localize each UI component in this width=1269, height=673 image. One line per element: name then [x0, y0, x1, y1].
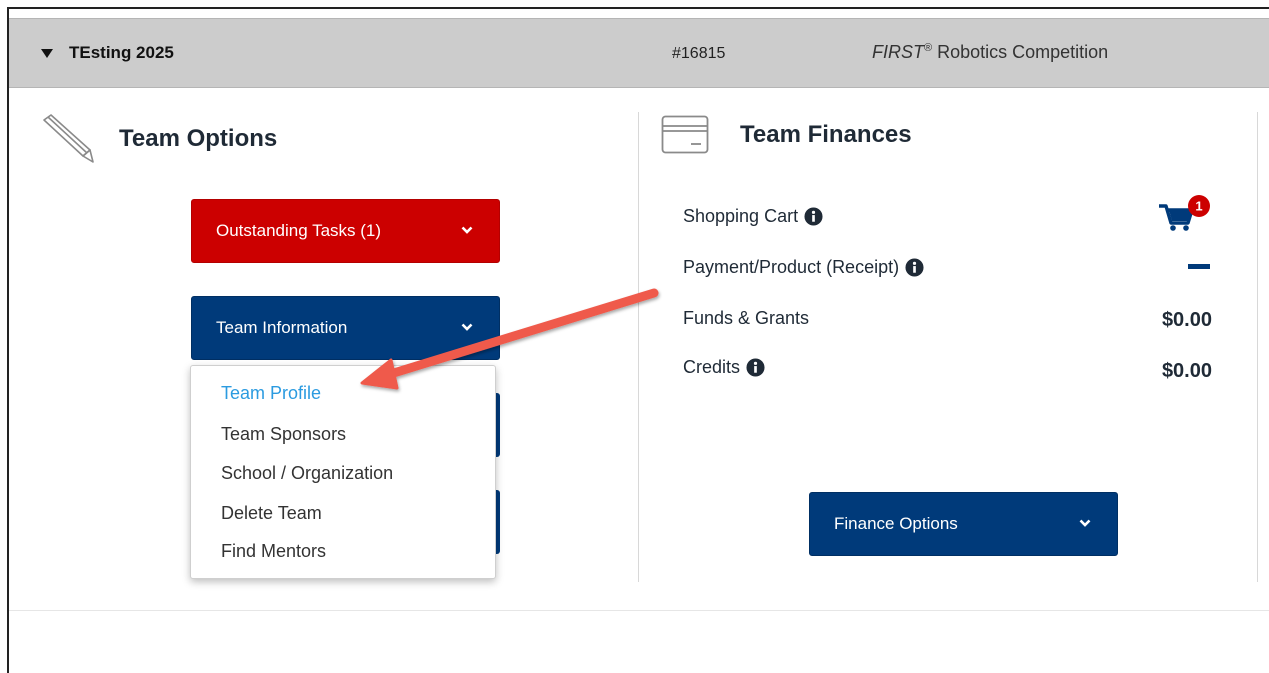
menu-item-team-sponsors[interactable]: Team Sponsors	[221, 424, 346, 445]
menu-item-school-organization[interactable]: School / Organization	[221, 463, 393, 484]
chevron-down-icon	[461, 226, 473, 234]
program-name: FIRST® Robotics Competition	[872, 42, 1108, 63]
outstanding-tasks-label: Outstanding Tasks (1)	[216, 221, 382, 240]
panel-divider-right	[1257, 112, 1258, 582]
program-rest: Robotics Competition	[932, 42, 1109, 62]
menu-item-team-profile[interactable]: Team Profile	[221, 383, 321, 404]
info-icon[interactable]	[905, 258, 924, 277]
finance-label-funds-grants: Funds & Grants	[683, 308, 810, 328]
pen-icon	[43, 114, 94, 163]
team-information-menu: Team Profile Team Sponsors School / Orga…	[190, 365, 496, 579]
info-icon[interactable]	[746, 358, 765, 377]
team-options-title: Team Options	[119, 125, 278, 152]
cart-badge-count: 1	[1195, 199, 1202, 214]
caret-down-icon[interactable]	[41, 49, 53, 58]
finance-row-credits: Credits	[683, 357, 765, 378]
team-finances-title: Team Finances	[740, 121, 912, 148]
chevron-down-icon	[461, 323, 473, 331]
program-first: FIRST	[872, 42, 924, 62]
program-registered-mark: ®	[924, 42, 933, 54]
menu-item-delete-team[interactable]: Delete Team	[221, 503, 322, 524]
section-bottom-border	[9, 610, 1269, 611]
team-title: TEsting 2025	[69, 43, 174, 62]
finance-label-credits: Credits	[683, 357, 741, 377]
finance-value-funds-grants: $0.00	[1161, 309, 1212, 331]
finance-options-button[interactable]: Finance Options	[809, 492, 1118, 556]
finance-options-label: Finance Options	[834, 514, 958, 533]
chevron-down-icon	[1079, 519, 1091, 527]
finance-value-credits: $0.00	[1161, 360, 1212, 382]
shopping-cart-icon[interactable]: 1	[1157, 194, 1217, 234]
finance-label-shopping-cart: Shopping Cart	[683, 206, 799, 226]
team-header-bar[interactable]: TEsting 2025 #16815 FIRST® Robotics Comp…	[9, 18, 1269, 88]
finance-row-funds-grants: Funds & Grants	[683, 308, 809, 329]
team-number: #16815	[672, 45, 726, 62]
menu-item-find-mentors[interactable]: Find Mentors	[221, 541, 326, 562]
credit-card-icon	[661, 115, 709, 154]
team-information-label: Team Information	[216, 318, 348, 337]
finance-label-payment-product: Payment/Product (Receipt)	[683, 257, 900, 277]
team-information-button[interactable]: Team Information	[191, 296, 500, 360]
payment-dash-value	[1188, 264, 1210, 269]
finance-row-shopping-cart: Shopping Cart	[683, 206, 823, 227]
finance-row-payment-product: Payment/Product (Receipt)	[683, 257, 924, 278]
info-icon[interactable]	[804, 207, 823, 226]
outstanding-tasks-button[interactable]: Outstanding Tasks (1)	[191, 199, 500, 263]
panel-divider	[638, 112, 639, 582]
